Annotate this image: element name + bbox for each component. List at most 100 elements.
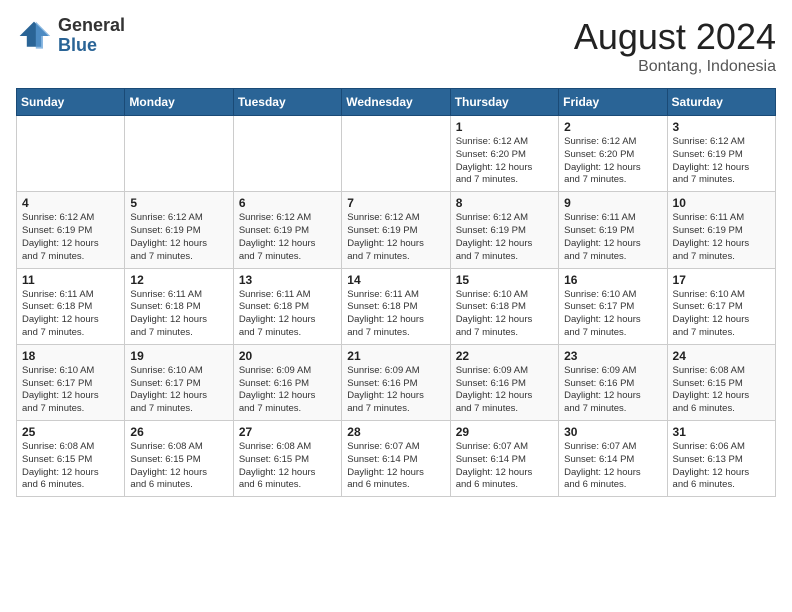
calendar-cell: 15 Sunrise: 6:10 AM Sunset: 6:18 PM Dayli… [450, 268, 558, 344]
day-info: Sunrise: 6:09 AM Sunset: 6:16 PM Dayligh… [347, 365, 444, 416]
calendar-table: SundayMondayTuesdayWednesdayThursdayFrid… [16, 88, 776, 497]
day-info: Sunrise: 6:11 AM Sunset: 6:19 PM Dayligh… [564, 212, 661, 263]
calendar-cell: 16Sunrise: 6:10 AM Sunset: 6:17 PM Dayli… [559, 268, 667, 344]
calendar-cell: 9 Sunrise: 6:11 AM Sunset: 6:19 PM Daylig… [559, 192, 667, 268]
day-info: Sunrise: 6:10 AM Sunset: 6:18 PM Dayligh… [456, 289, 553, 340]
calendar-cell: 31 Sunrise: 6:06 AM Sunset: 6:13 PM Dayli… [667, 421, 775, 497]
day-info: Sunrise: 6:12 AM Sunset: 6:19 PM Dayligh… [456, 212, 553, 263]
day-info: Sunrise: 6:08 AM Sunset: 6:15 PM Dayligh… [22, 441, 119, 492]
calendar-week-row: 11 Sunrise: 6:11 AM Sunset: 6:18 PM Dayli… [17, 268, 776, 344]
day-number: 12 [130, 273, 227, 287]
day-number: 18 [22, 349, 119, 363]
weekday-header: Wednesday [342, 89, 450, 116]
calendar-cell: 21 Sunrise: 6:09 AM Sunset: 6:16 PM Dayli… [342, 344, 450, 420]
calendar-cell: 17Sunrise: 6:10 AM Sunset: 6:17 PM Dayli… [667, 268, 775, 344]
day-number: 17 [673, 273, 770, 287]
calendar-cell: 29 Sunrise: 6:07 AM Sunset: 6:14 PM Dayli… [450, 421, 558, 497]
calendar-cell: 19Sunrise: 6:10 AM Sunset: 6:17 PM Dayli… [125, 344, 233, 420]
logo-icon [16, 18, 52, 54]
calendar-header-row: SundayMondayTuesdayWednesdayThursdayFrid… [17, 89, 776, 116]
page-header: General Blue August 2024 Bontang, Indone… [16, 16, 776, 76]
day-info: Sunrise: 6:09 AM Sunset: 6:16 PM Dayligh… [564, 365, 661, 416]
day-number: 9 [564, 196, 661, 210]
weekday-header: Saturday [667, 89, 775, 116]
day-number: 2 [564, 120, 661, 134]
calendar-cell: 10Sunrise: 6:11 AM Sunset: 6:19 PM Dayli… [667, 192, 775, 268]
day-info: Sunrise: 6:08 AM Sunset: 6:15 PM Dayligh… [130, 441, 227, 492]
day-info: Sunrise: 6:11 AM Sunset: 6:18 PM Dayligh… [22, 289, 119, 340]
weekday-header: Monday [125, 89, 233, 116]
weekday-header: Friday [559, 89, 667, 116]
calendar-cell: 4 Sunrise: 6:12 AM Sunset: 6:19 PM Daylig… [17, 192, 125, 268]
day-info: Sunrise: 6:12 AM Sunset: 6:19 PM Dayligh… [239, 212, 336, 263]
day-number: 7 [347, 196, 444, 210]
day-info: Sunrise: 6:12 AM Sunset: 6:19 PM Dayligh… [22, 212, 119, 263]
calendar-cell: 5 Sunrise: 6:12 AM Sunset: 6:19 PM Daylig… [125, 192, 233, 268]
title-block: August 2024 Bontang, Indonesia [574, 16, 776, 76]
weekday-header: Thursday [450, 89, 558, 116]
calendar-cell: 28 Sunrise: 6:07 AM Sunset: 6:14 PM Dayli… [342, 421, 450, 497]
calendar-cell: 1Sunrise: 6:12 AM Sunset: 6:20 PM Daylig… [450, 116, 558, 192]
calendar-cell: 27Sunrise: 6:08 AM Sunset: 6:15 PM Dayli… [233, 421, 341, 497]
weekday-header: Tuesday [233, 89, 341, 116]
day-number: 28 [347, 425, 444, 439]
day-number: 19 [130, 349, 227, 363]
day-info: Sunrise: 6:12 AM Sunset: 6:19 PM Dayligh… [673, 136, 770, 187]
calendar-week-row: 18 Sunrise: 6:10 AM Sunset: 6:17 PM Dayli… [17, 344, 776, 420]
day-info: Sunrise: 6:08 AM Sunset: 6:15 PM Dayligh… [673, 365, 770, 416]
day-number: 14 [347, 273, 444, 287]
calendar-cell: 26Sunrise: 6:08 AM Sunset: 6:15 PM Dayli… [125, 421, 233, 497]
day-number: 24 [673, 349, 770, 363]
calendar-week-row: 25 Sunrise: 6:08 AM Sunset: 6:15 PM Dayli… [17, 421, 776, 497]
calendar-week-row: 4 Sunrise: 6:12 AM Sunset: 6:19 PM Daylig… [17, 192, 776, 268]
calendar-cell: 18 Sunrise: 6:10 AM Sunset: 6:17 PM Dayli… [17, 344, 125, 420]
day-info: Sunrise: 6:12 AM Sunset: 6:19 PM Dayligh… [347, 212, 444, 263]
day-number: 10 [673, 196, 770, 210]
day-number: 22 [456, 349, 553, 363]
day-info: Sunrise: 6:10 AM Sunset: 6:17 PM Dayligh… [22, 365, 119, 416]
day-info: Sunrise: 6:09 AM Sunset: 6:16 PM Dayligh… [239, 365, 336, 416]
day-number: 5 [130, 196, 227, 210]
logo-blue: Blue [58, 35, 97, 55]
calendar-cell: 6 Sunrise: 6:12 AM Sunset: 6:19 PM Daylig… [233, 192, 341, 268]
day-number: 29 [456, 425, 553, 439]
calendar-cell: 23 Sunrise: 6:09 AM Sunset: 6:16 PM Dayli… [559, 344, 667, 420]
day-info: Sunrise: 6:09 AM Sunset: 6:16 PM Dayligh… [456, 365, 553, 416]
day-number: 6 [239, 196, 336, 210]
location: Bontang, Indonesia [574, 58, 776, 76]
calendar-cell: 13 Sunrise: 6:11 AM Sunset: 6:18 PM Dayli… [233, 268, 341, 344]
calendar-cell [342, 116, 450, 192]
logo: General Blue [16, 16, 125, 56]
calendar-cell: 11 Sunrise: 6:11 AM Sunset: 6:18 PM Dayli… [17, 268, 125, 344]
day-number: 11 [22, 273, 119, 287]
day-number: 3 [673, 120, 770, 134]
day-info: Sunrise: 6:07 AM Sunset: 6:14 PM Dayligh… [347, 441, 444, 492]
day-info: Sunrise: 6:12 AM Sunset: 6:19 PM Dayligh… [130, 212, 227, 263]
day-number: 20 [239, 349, 336, 363]
day-number: 15 [456, 273, 553, 287]
calendar-week-row: 1Sunrise: 6:12 AM Sunset: 6:20 PM Daylig… [17, 116, 776, 192]
day-number: 30 [564, 425, 661, 439]
calendar-cell: 20 Sunrise: 6:09 AM Sunset: 6:16 PM Dayli… [233, 344, 341, 420]
day-number: 23 [564, 349, 661, 363]
day-number: 21 [347, 349, 444, 363]
calendar-cell: 12Sunrise: 6:11 AM Sunset: 6:18 PM Dayli… [125, 268, 233, 344]
calendar-cell [125, 116, 233, 192]
calendar-cell: 8 Sunrise: 6:12 AM Sunset: 6:19 PM Daylig… [450, 192, 558, 268]
calendar-cell: 2Sunrise: 6:12 AM Sunset: 6:20 PM Daylig… [559, 116, 667, 192]
day-number: 25 [22, 425, 119, 439]
day-number: 13 [239, 273, 336, 287]
day-number: 4 [22, 196, 119, 210]
logo-general: General [58, 15, 125, 35]
calendar-cell: 24 Sunrise: 6:08 AM Sunset: 6:15 PM Dayli… [667, 344, 775, 420]
day-info: Sunrise: 6:07 AM Sunset: 6:14 PM Dayligh… [456, 441, 553, 492]
calendar-cell: 14Sunrise: 6:11 AM Sunset: 6:18 PM Dayli… [342, 268, 450, 344]
calendar-cell: 30Sunrise: 6:07 AM Sunset: 6:14 PM Dayli… [559, 421, 667, 497]
calendar-cell: 25 Sunrise: 6:08 AM Sunset: 6:15 PM Dayli… [17, 421, 125, 497]
calendar-cell [233, 116, 341, 192]
day-info: Sunrise: 6:06 AM Sunset: 6:13 PM Dayligh… [673, 441, 770, 492]
day-info: Sunrise: 6:11 AM Sunset: 6:18 PM Dayligh… [239, 289, 336, 340]
day-number: 8 [456, 196, 553, 210]
day-info: Sunrise: 6:10 AM Sunset: 6:17 PM Dayligh… [564, 289, 661, 340]
day-number: 31 [673, 425, 770, 439]
